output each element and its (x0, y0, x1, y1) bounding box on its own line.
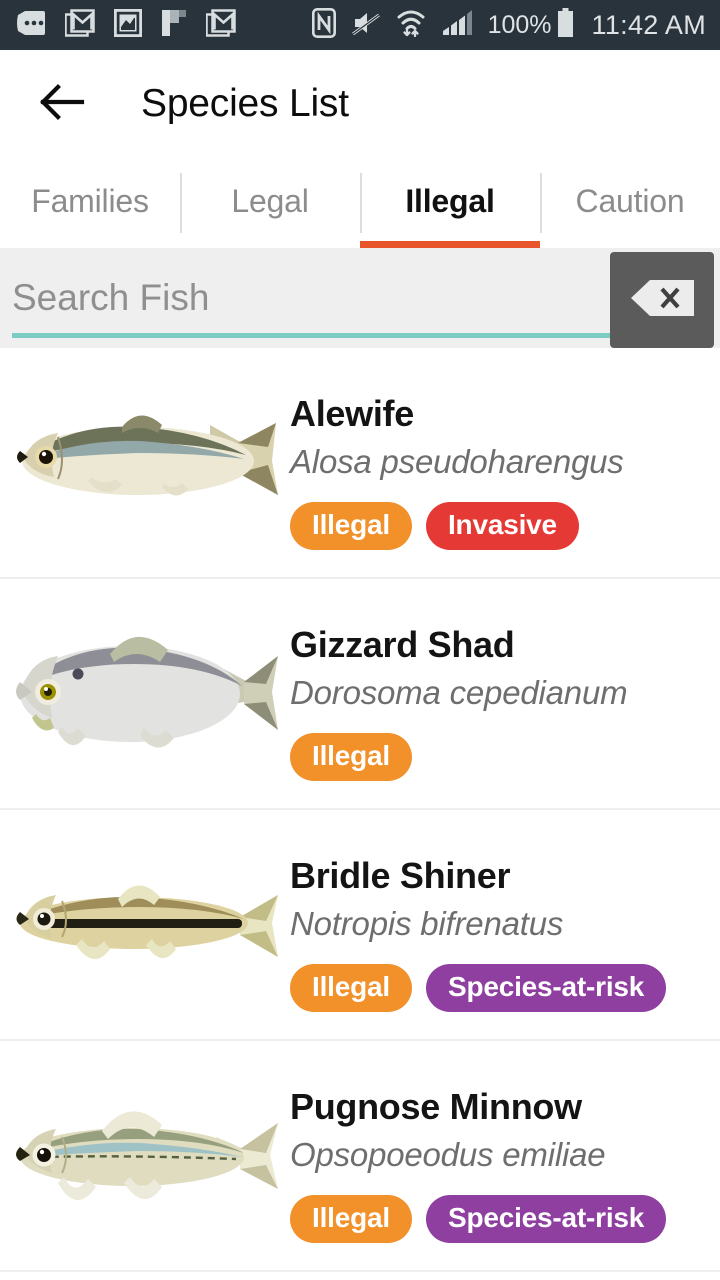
tab-caution-label: Caution (575, 182, 685, 219)
nfc-icon (311, 7, 336, 43)
clear-search-button[interactable] (610, 252, 714, 348)
search-underline (12, 333, 610, 338)
search-field-wrapper (8, 248, 610, 348)
species-common-name: Pugnose Minnow (290, 1085, 582, 1127)
species-info: Gizzard Shad Dorosoma cepedianum Illegal (290, 578, 720, 809)
status-bar-notification-icons (16, 8, 236, 42)
search-bar (0, 248, 720, 348)
species-row-alewife[interactable]: Alewife Alosa pseudoharengus Illegal Inv… (0, 348, 720, 579)
species-badges: Illegal Species-at-risk (290, 963, 710, 1012)
species-row-gizzard-shad[interactable]: Gizzard Shad Dorosoma cepedianum Illegal (0, 579, 720, 810)
messages-icon (16, 10, 46, 41)
tab-families[interactable]: Families (0, 158, 180, 248)
species-badges: Illegal Species-at-risk (290, 1194, 710, 1243)
search-input[interactable] (8, 269, 610, 327)
active-tab-indicator (360, 241, 540, 248)
mute-icon (351, 9, 381, 42)
status-bar-clock: 11:42 AM (591, 9, 706, 40)
bridle-shiner-fish-illustration (16, 884, 278, 959)
tab-legal-label: Legal (231, 182, 309, 219)
status-badge-illegal: Illegal (290, 1194, 412, 1243)
tab-families-label: Families (31, 182, 149, 219)
pugnose-minnow-fish-illustration (16, 1110, 278, 1200)
species-thumbnail (0, 1040, 290, 1271)
status-badge-illegal: Illegal (290, 732, 412, 781)
species-scientific-name: Opsopoeodus emiliae (290, 1135, 606, 1173)
species-scientific-name: Notropis bifrenatus (290, 904, 564, 942)
alewife-fish-illustration (17, 414, 278, 496)
gmail-icon-2 (205, 8, 236, 42)
species-thumbnail (0, 809, 290, 1040)
species-list: Alewife Alosa pseudoharengus Illegal Inv… (0, 348, 720, 1272)
gmail-icon (64, 8, 95, 42)
species-row-bridle-shiner[interactable]: Bridle Shiner Notropis bifrenatus Illega… (0, 810, 720, 1041)
species-thumbnail (0, 347, 290, 578)
flipboard-icon (161, 9, 187, 42)
tab-illegal-label: Illegal (405, 182, 495, 219)
backspace-icon (629, 279, 695, 322)
status-badge-illegal: Illegal (290, 501, 412, 550)
app-bar: Species List (0, 50, 720, 158)
wifi-icon (396, 8, 426, 43)
status-badge-species-at-risk: Species-at-risk (425, 963, 667, 1012)
species-common-name: Alewife (290, 392, 414, 434)
tab-caution[interactable]: Caution (540, 158, 720, 248)
species-badges: Illegal (290, 732, 710, 781)
species-thumbnail (0, 578, 290, 809)
battery-percent-label: 100% (487, 10, 552, 39)
battery-indicator: 100% (487, 7, 574, 43)
back-button[interactable] (34, 76, 90, 132)
status-badge-illegal: Illegal (290, 963, 412, 1012)
tab-legal[interactable]: Legal (180, 158, 360, 248)
tab-bar: Families Legal Illegal Caution (0, 158, 720, 248)
species-scientific-name: Alosa pseudoharengus (290, 442, 624, 480)
species-scientific-name: Dorosoma cepedianum (290, 673, 628, 711)
status-badge-invasive: Invasive (425, 501, 579, 550)
species-row-pugnose-minnow[interactable]: Pugnose Minnow Opsopoeodus emiliae Illeg… (0, 1041, 720, 1272)
species-info: Alewife Alosa pseudoharengus Illegal Inv… (290, 347, 720, 578)
species-info: Bridle Shiner Notropis bifrenatus Illega… (290, 809, 720, 1040)
status-badge-species-at-risk: Species-at-risk (425, 1194, 667, 1243)
species-common-name: Bridle Shiner (290, 854, 511, 896)
status-bar-system-icons: 100% 11:42 AM (311, 7, 706, 43)
back-arrow-icon (39, 83, 85, 126)
page-title: Species List (141, 82, 349, 125)
species-badges: Illegal Invasive (290, 501, 710, 550)
battery-icon (557, 7, 574, 43)
tab-illegal[interactable]: Illegal (360, 158, 540, 248)
species-info: Pugnose Minnow Opsopoeodus emiliae Illeg… (290, 1040, 720, 1271)
cell-signal-icon (441, 9, 473, 42)
gizzard-shad-fish-illustration (16, 636, 278, 748)
photo-icon (113, 8, 143, 42)
status-bar: 100% 11:42 AM (0, 0, 720, 50)
species-common-name: Gizzard Shad (290, 623, 515, 665)
